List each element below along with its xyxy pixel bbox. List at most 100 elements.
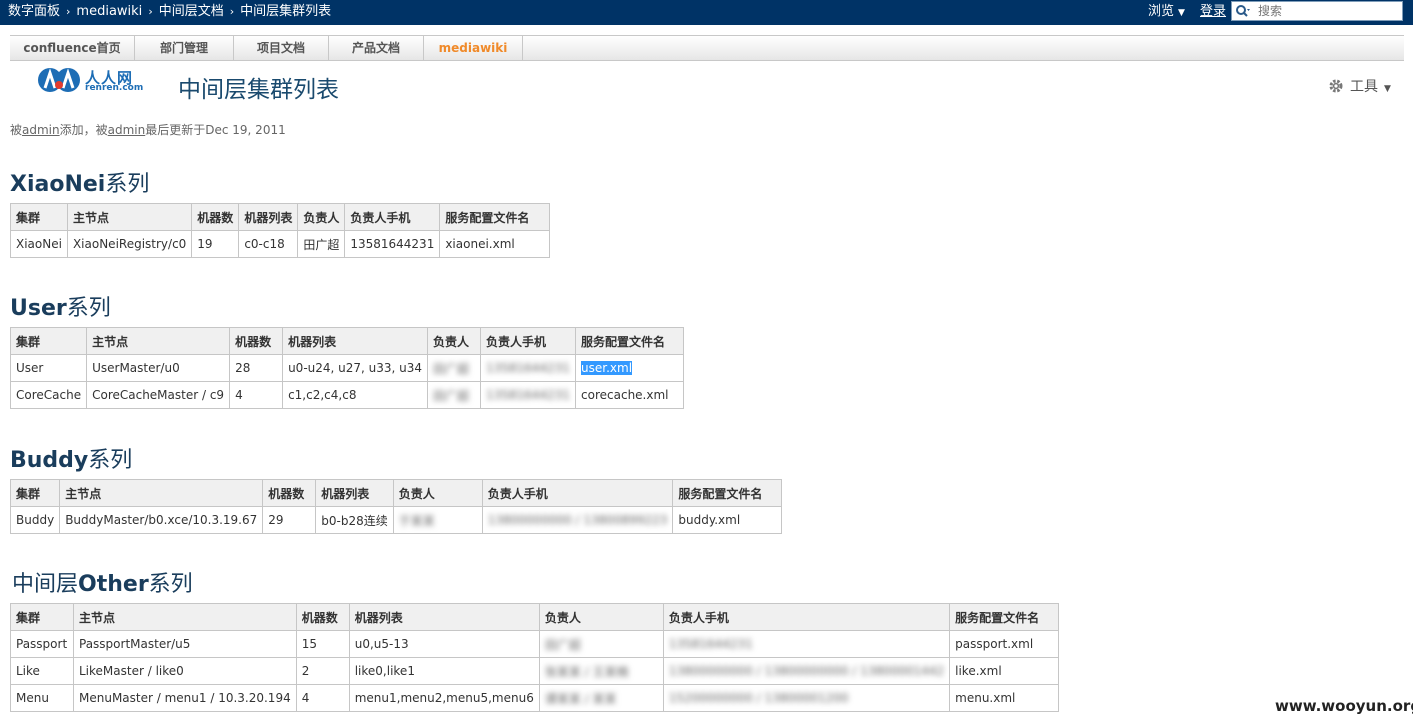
meta-text: 最后更新于Dec 19, 2011 xyxy=(145,123,286,137)
breadcrumb-item-parent[interactable]: 中间层文档 xyxy=(159,4,224,19)
heading-en: Buddy xyxy=(10,448,89,473)
browse-label: 浏览 xyxy=(1148,4,1175,19)
other-table: 集群 主节点 机器数 机器列表 负责人 负责人手机 服务配置文件名 Passpo… xyxy=(10,603,1060,712)
breadcrumb: 数字面板 › mediawiki › 中间层文档 › 中间层集群列表 xyxy=(8,0,331,25)
cell: c1,c2,c4,c8 xyxy=(282,381,429,409)
section-heading-buddy: Buddy系列 xyxy=(10,442,132,474)
page-title: 中间层集群列表 xyxy=(178,77,339,103)
top-bar: 数字面板 › mediawiki › 中间层文档 › 中间层集群列表 浏览 ▼ 登录 xyxy=(0,0,1413,25)
cell: u0-u24, u27, u33, u34 xyxy=(282,354,429,382)
redacted-owner: 田广超 xyxy=(544,637,581,652)
cell: menu1,menu2,menu5,menu6 xyxy=(348,684,540,712)
col-machines: 机器列表 xyxy=(282,327,429,355)
cell: passport.xml xyxy=(949,630,1060,658)
redacted-phone: 13581644231 xyxy=(486,361,571,375)
tab-confluence-home[interactable]: confluence首页 xyxy=(10,36,135,60)
cell: Passport xyxy=(10,630,74,658)
table-row: Menu MenuMaster / menu1 / 10.3.20.194 4 … xyxy=(10,684,1060,712)
search-box[interactable] xyxy=(1231,1,1403,21)
col-owner: 负责人 xyxy=(392,479,483,507)
cell: xiaonei.xml xyxy=(439,230,551,258)
cell: XiaoNeiRegistry/c0 xyxy=(66,230,193,258)
col-cluster: 集群 xyxy=(10,603,74,631)
cell: Like xyxy=(10,657,74,685)
cell: PassportMaster/u5 xyxy=(73,630,297,658)
col-phone: 负责人手机 xyxy=(662,603,951,631)
breadcrumb-item-dashboard[interactable]: 数字面板 xyxy=(8,4,60,19)
login-link[interactable]: 登录 xyxy=(1200,0,1226,24)
meta-text: 被 xyxy=(10,123,23,137)
redacted-phone: 13581644231 xyxy=(486,388,571,402)
section-heading-other: 中间层Other系列 xyxy=(12,566,193,598)
cell: 13800000000 / 13800000000 / 13800001442 xyxy=(662,657,951,685)
tools-menu-button[interactable]: 工具 ▼ xyxy=(1328,76,1391,96)
cell: 13581644231 xyxy=(344,230,441,258)
cell: 田广超 xyxy=(427,354,482,382)
cell: User xyxy=(9,354,88,382)
table-row: Like LikeMaster / like0 2 like0,like1 张某… xyxy=(10,657,1060,685)
tab-mediawiki[interactable]: mediawiki xyxy=(424,36,523,60)
tab-department[interactable]: 部门管理 xyxy=(135,36,234,60)
heading-en: XiaoNei xyxy=(10,172,106,197)
cell: menu.xml xyxy=(949,684,1060,712)
cell: 13800000000 / 13800899223 xyxy=(481,506,674,534)
cell: 田广超 xyxy=(538,630,664,658)
col-config: 服务配置文件名 xyxy=(949,603,1060,631)
logo-domain-text: renren.com xyxy=(85,83,144,93)
breadcrumb-item-current[interactable]: 中间层集群列表 xyxy=(240,4,331,19)
updater-link[interactable]: admin xyxy=(108,123,146,137)
buddy-table: 集群 主节点 机器数 机器列表 负责人 负责人手机 服务配置文件名 Buddy … xyxy=(9,479,783,534)
cell: 2 xyxy=(295,657,350,685)
creator-link[interactable]: admin xyxy=(22,123,60,137)
col-owner: 负责人 xyxy=(297,203,346,231)
table-header-row: 集群 主节点 机器数 机器列表 负责人 负责人手机 服务配置文件名 xyxy=(10,603,1060,631)
redacted-phone: 13800000000 / 13800000000 / 13800001442 xyxy=(668,664,945,678)
browse-menu-button[interactable]: 浏览 ▼ xyxy=(1148,0,1185,25)
section-heading-xiaonei: XiaoNei系列 xyxy=(10,166,149,198)
tab-product-docs[interactable]: 产品文档 xyxy=(329,36,424,60)
cell: 4 xyxy=(295,684,350,712)
table-header-row: 集群 主节点 机器数 机器列表 负责人 负责人手机 服务配置文件名 xyxy=(10,203,551,231)
cell: 15200000000 / 13800001200 xyxy=(662,684,951,712)
col-cluster: 集群 xyxy=(9,327,88,355)
tools-label: 工具 xyxy=(1350,79,1378,95)
col-cluster: 集群 xyxy=(9,479,61,507)
redacted-phone: 13800000000 / 13800899223 xyxy=(487,513,668,527)
cell: user.xml xyxy=(575,354,685,382)
cell: 13581644231 xyxy=(662,630,951,658)
search-input[interactable] xyxy=(1258,3,1398,19)
heading-en: Other xyxy=(78,572,149,597)
col-config: 服务配置文件名 xyxy=(672,479,783,507)
cell: like.xml xyxy=(949,657,1060,685)
cell: MenuMaster / menu1 / 10.3.20.194 xyxy=(73,684,297,712)
selected-config-text[interactable]: user.xml xyxy=(581,361,633,375)
renren-logo[interactable]: 人人网 renren.com xyxy=(36,66,146,96)
cell: 4 xyxy=(229,381,284,409)
tab-project-docs[interactable]: 项目文档 xyxy=(234,36,329,60)
cell: 15 xyxy=(295,630,350,658)
cell: LikeMaster / like0 xyxy=(73,657,297,685)
section-heading-user: User系列 xyxy=(10,290,111,322)
col-config: 服务配置文件名 xyxy=(439,203,551,231)
heading-cn: 系列 xyxy=(66,296,111,321)
cell: 19 xyxy=(191,230,240,258)
table-row: XiaoNei XiaoNeiRegistry/c0 19 c0-c18 田广超… xyxy=(10,230,551,258)
cell: corecache.xml xyxy=(575,381,685,409)
xiaonei-table: 集群 主节点 机器数 机器列表 负责人 负责人手机 服务配置文件名 XiaoNe… xyxy=(10,203,551,258)
breadcrumb-item-space[interactable]: mediawiki xyxy=(76,4,142,19)
redacted-owner: 谭某某 / 某某 xyxy=(544,691,617,706)
col-count: 机器数 xyxy=(229,327,284,355)
breadcrumb-separator-icon: › xyxy=(66,5,71,18)
col-count: 机器数 xyxy=(191,203,240,231)
watermark: www.wooyun.org xyxy=(1275,697,1413,715)
renren-logo-icon xyxy=(38,68,80,92)
cell: buddy.xml xyxy=(672,506,783,534)
col-owner: 负责人 xyxy=(538,603,664,631)
cell: c0-c18 xyxy=(238,230,299,258)
table-row: Buddy BuddyMaster/b0.xce/10.3.19.67 29 b… xyxy=(9,506,783,534)
cell: 于某某 xyxy=(392,506,483,534)
col-phone: 负责人手机 xyxy=(480,327,577,355)
col-machines: 机器列表 xyxy=(348,603,540,631)
col-machines: 机器列表 xyxy=(238,203,299,231)
col-phone: 负责人手机 xyxy=(481,479,674,507)
